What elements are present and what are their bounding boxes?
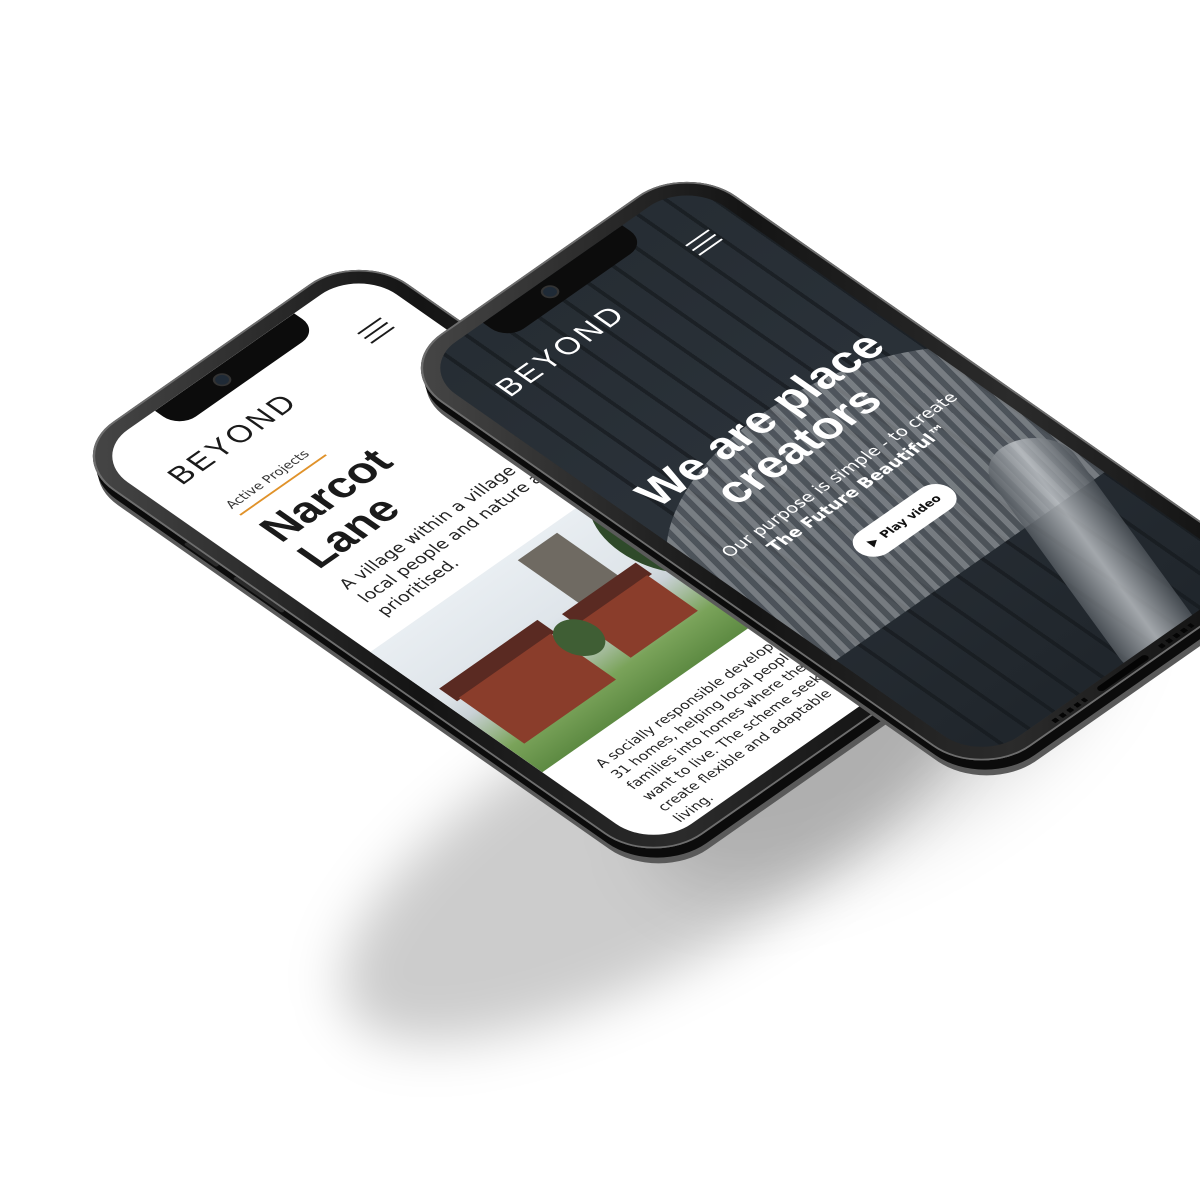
play-icon [866, 536, 882, 548]
camera-icon [540, 284, 560, 299]
camera-icon [212, 372, 232, 387]
hamburger-menu-icon[interactable] [357, 317, 396, 345]
hamburger-menu-icon[interactable] [685, 229, 724, 257]
mockup-scene: BEYOND Active Projects Narcot Lane A vil… [0, 0, 1200, 1200]
volume-button [183, 541, 220, 568]
